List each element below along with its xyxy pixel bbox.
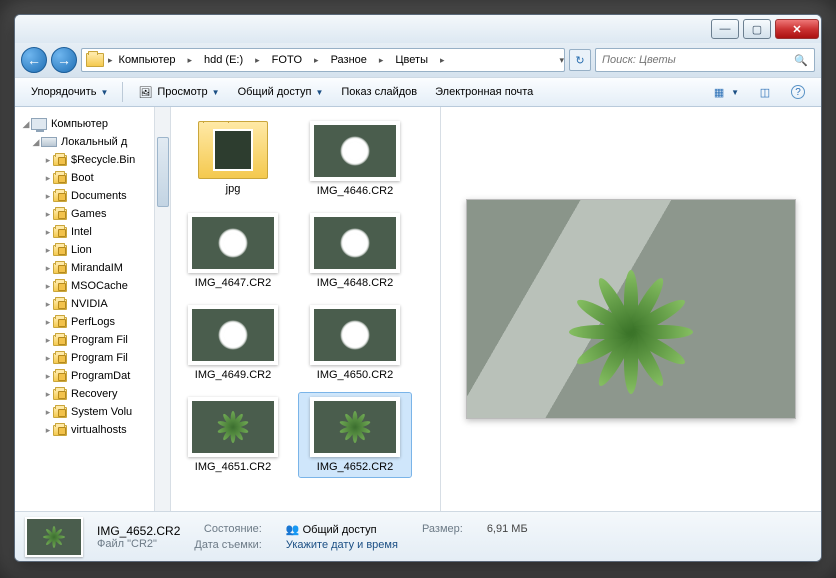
search-box[interactable]: 🔍: [595, 48, 815, 72]
address-bar: ← → ▸ Компьютер▸ hdd (E:)▸ FOTO▸ Разное▸…: [15, 43, 821, 77]
file-item[interactable]: IMG_4649.CR2: [177, 301, 289, 385]
tree-node-folder[interactable]: ▸Recovery: [15, 385, 170, 403]
thumbnail: [310, 121, 400, 181]
file-item[interactable]: IMG_4652.CR2: [299, 393, 411, 477]
breadcrumb-segment[interactable]: Цветы▸: [389, 49, 450, 71]
details-pane: IMG_4652.CR2 Файл "CR2" Состояние: 👥 Общ…: [15, 511, 821, 561]
state-value: 👥 Общий доступ: [286, 523, 398, 536]
tree-node-folder[interactable]: ▸Games: [15, 205, 170, 223]
tree-node-folder[interactable]: ▸$Recycle.Bin: [15, 151, 170, 169]
email-button[interactable]: Электронная почта: [427, 82, 541, 102]
thumbnail: [198, 121, 268, 179]
navigation-tree[interactable]: ◢Компьютер ◢Локальный д ▸$Recycle.Bin▸Bo…: [15, 107, 171, 511]
file-name: IMG_4646.CR2: [317, 185, 393, 197]
tree-node-folder[interactable]: ▸NVIDIA: [15, 295, 170, 313]
explorer-window: — ▢ ✕ ← → ▸ Компьютер▸ hdd (E:)▸ FOTO▸ Р…: [14, 14, 822, 562]
organize-button[interactable]: Упорядочить▼: [23, 82, 116, 102]
thumbnail: [188, 397, 278, 457]
thumbnail: [310, 305, 400, 365]
file-name: IMG_4647.CR2: [195, 277, 271, 289]
tree-node-computer[interactable]: ◢Компьютер: [15, 115, 170, 133]
breadcrumb[interactable]: ▸ Компьютер▸ hdd (E:)▸ FOTO▸ Разное▸ Цве…: [81, 48, 565, 72]
share-button[interactable]: Общий доступ▼: [230, 82, 332, 102]
tree-node-folder[interactable]: ▸Intel: [15, 223, 170, 241]
thumbnail: [310, 397, 400, 457]
scrollbar-thumb[interactable]: [157, 137, 169, 207]
folder-icon: [86, 53, 104, 67]
breadcrumb-segment[interactable]: Разное▸: [325, 49, 390, 71]
help-button[interactable]: ?: [783, 81, 813, 103]
file-item[interactable]: IMG_4647.CR2: [177, 209, 289, 293]
details-filetype: Файл "CR2": [97, 538, 180, 550]
tree-node-folder[interactable]: ▸Boot: [15, 169, 170, 187]
file-name: IMG_4649.CR2: [195, 369, 271, 381]
back-button[interactable]: ←: [21, 47, 47, 73]
pane-icon: ◫: [757, 84, 773, 100]
file-item[interactable]: IMG_4651.CR2: [177, 393, 289, 477]
tree-node-folder[interactable]: ▸PerfLogs: [15, 313, 170, 331]
size-value: 6,91 МБ: [487, 523, 528, 535]
tree-node-drive[interactable]: ◢Локальный д: [15, 133, 170, 151]
file-name: IMG_4650.CR2: [317, 369, 393, 381]
tree-node-folder[interactable]: ▸MirandaIM: [15, 259, 170, 277]
tree-scrollbar[interactable]: [154, 107, 170, 511]
details-filename: IMG_4652.CR2: [97, 524, 180, 538]
view-button[interactable]: ▦▼: [703, 80, 747, 104]
breadcrumb-segment[interactable]: hdd (E:)▸: [198, 49, 266, 71]
tree-node-folder[interactable]: ▸virtualhosts: [15, 421, 170, 439]
file-name: jpg: [226, 183, 241, 195]
slideshow-button[interactable]: Показ слайдов: [333, 82, 425, 102]
tree-node-folder[interactable]: ▸ProgramDat: [15, 367, 170, 385]
state-label: Состояние:: [194, 523, 261, 535]
file-list[interactable]: jpg IMG_4646.CR2 IMG_4647.CR2 IMG_4648.CR2 I…: [171, 107, 441, 511]
refresh-button[interactable]: ↻: [569, 49, 591, 71]
size-label: Размер:: [422, 523, 463, 535]
date-label: Дата съемки:: [194, 539, 261, 551]
file-item[interactable]: IMG_4648.CR2: [299, 209, 411, 293]
help-icon: ?: [791, 85, 805, 99]
tree-node-folder[interactable]: ▸Program Fil: [15, 331, 170, 349]
forward-button[interactable]: →: [51, 47, 77, 73]
view-icon: ▦: [711, 84, 727, 100]
breadcrumb-segment[interactable]: FOTO▸: [266, 49, 325, 71]
file-item[interactable]: IMG_4650.CR2: [299, 301, 411, 385]
thumbnail: [188, 305, 278, 365]
search-icon: 🔍: [794, 54, 808, 67]
close-button[interactable]: ✕: [775, 19, 819, 39]
maximize-button[interactable]: ▢: [743, 19, 771, 39]
thumbnail: [188, 213, 278, 273]
details-thumbnail: [25, 517, 83, 557]
preview-pane-button[interactable]: ◫: [749, 80, 781, 104]
breadcrumb-dropdown[interactable]: ▾: [559, 55, 564, 66]
date-value[interactable]: Укажите дату и время: [286, 539, 398, 551]
preview-image: [466, 199, 796, 419]
tree-node-folder[interactable]: ▸Documents: [15, 187, 170, 205]
thumbnail: [310, 213, 400, 273]
tree-node-folder[interactable]: ▸Program Fil: [15, 349, 170, 367]
file-name: IMG_4648.CR2: [317, 277, 393, 289]
preview-pane: [441, 107, 821, 511]
command-bar: Упорядочить▼ 🖼Просмотр▼ Общий доступ▼ По…: [15, 77, 821, 107]
people-icon: 👥: [286, 524, 300, 536]
file-name: IMG_4652.CR2: [317, 461, 393, 473]
breadcrumb-segment[interactable]: Компьютер▸: [113, 49, 198, 71]
file-name: IMG_4651.CR2: [195, 461, 271, 473]
tree-node-folder[interactable]: ▸System Volu: [15, 403, 170, 421]
image-icon: 🖼: [137, 84, 153, 100]
content-area: ◢Компьютер ◢Локальный д ▸$Recycle.Bin▸Bo…: [15, 107, 821, 511]
tree-node-folder[interactable]: ▸MSOCache: [15, 277, 170, 295]
file-item[interactable]: IMG_4646.CR2: [299, 117, 411, 201]
titlebar[interactable]: — ▢ ✕: [15, 15, 821, 43]
search-input[interactable]: [602, 54, 794, 66]
preview-button[interactable]: 🖼Просмотр▼: [129, 80, 227, 104]
minimize-button[interactable]: —: [711, 19, 739, 39]
tree-node-folder[interactable]: ▸Lion: [15, 241, 170, 259]
folder-item[interactable]: jpg: [177, 117, 289, 201]
